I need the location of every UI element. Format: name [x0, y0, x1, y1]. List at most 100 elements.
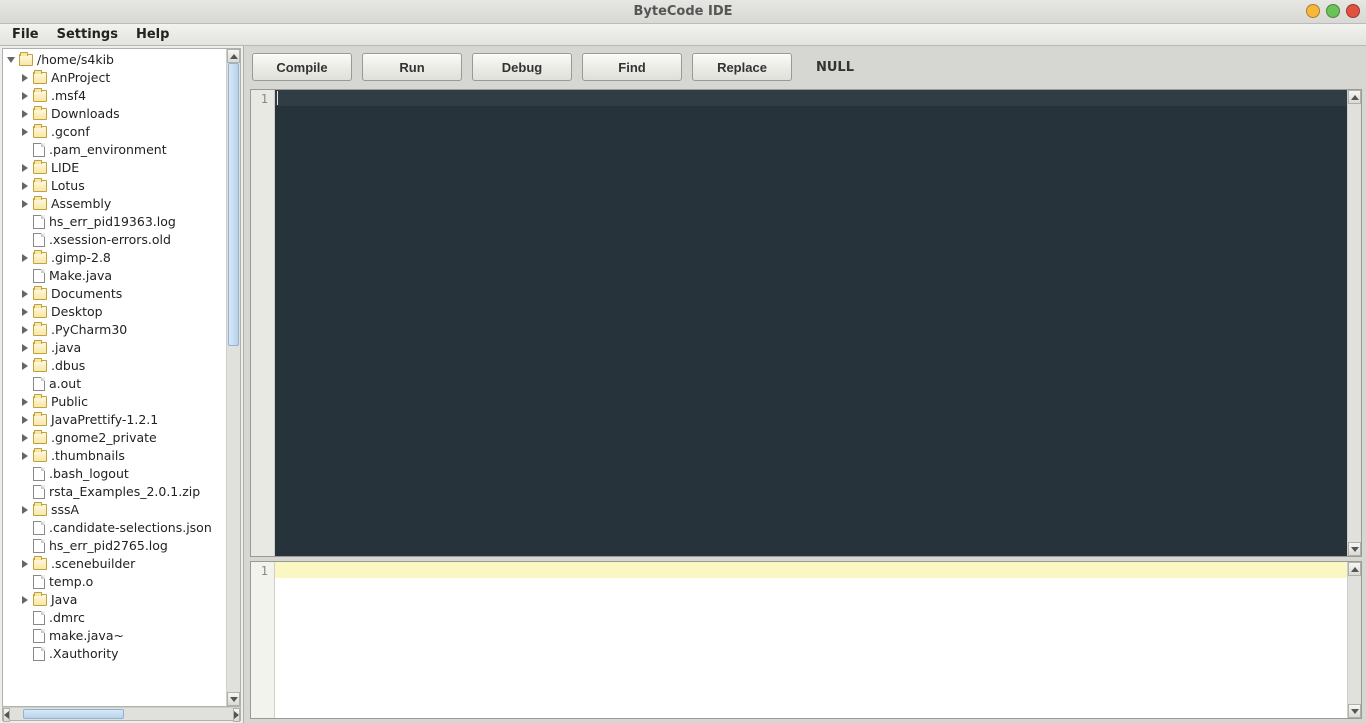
find-button[interactable]: Find [582, 53, 682, 81]
file-tree-vertical-scrollbar[interactable] [226, 49, 240, 706]
chevron-right-icon[interactable] [21, 163, 31, 173]
chevron-right-icon[interactable] [21, 325, 31, 335]
debug-button[interactable]: Debug [472, 53, 572, 81]
tree-item[interactable]: .thumbnails [19, 447, 226, 465]
tree-item[interactable]: Java [19, 591, 226, 609]
tree-item[interactable]: Downloads [19, 105, 226, 123]
tree-item-label: .Xauthority [47, 645, 119, 663]
scroll-track[interactable] [1348, 104, 1361, 542]
chevron-right-icon[interactable] [21, 109, 31, 119]
tree-item[interactable]: .bash_logout [19, 465, 226, 483]
chevron-right-icon[interactable] [21, 451, 31, 461]
tree-item[interactable]: Documents [19, 285, 226, 303]
tree-item-label: AnProject [49, 69, 110, 87]
scroll-right-button[interactable] [233, 708, 240, 722]
tree-item[interactable]: a.out [19, 375, 226, 393]
scroll-up-button[interactable] [1348, 90, 1361, 104]
chevron-right-icon[interactable] [21, 397, 31, 407]
chevron-right-icon[interactable] [21, 253, 31, 263]
scroll-thumb[interactable] [228, 63, 239, 346]
tree-item[interactable]: rsta_Examples_2.0.1.zip [19, 483, 226, 501]
tree-item[interactable]: LIDE [19, 159, 226, 177]
chevron-right-icon[interactable] [21, 127, 31, 137]
tree-item[interactable]: .dmrc [19, 609, 226, 627]
replace-button[interactable]: Replace [692, 53, 792, 81]
output-editor[interactable] [275, 562, 1347, 718]
compile-button[interactable]: Compile [252, 53, 352, 81]
tree-item-label: Desktop [49, 303, 103, 321]
menu-help[interactable]: Help [128, 25, 177, 44]
current-line-highlight [275, 90, 1347, 106]
chevron-right-icon[interactable] [21, 73, 31, 83]
chevron-right-icon[interactable] [21, 307, 31, 317]
tree-item[interactable]: sssA [19, 501, 226, 519]
tree-item[interactable]: Assembly [19, 195, 226, 213]
chevron-right-icon[interactable] [21, 505, 31, 515]
chevron-right-icon[interactable] [21, 181, 31, 191]
folder-icon [33, 504, 47, 516]
tree-item[interactable]: .gnome2_private [19, 429, 226, 447]
scroll-track[interactable] [10, 708, 233, 720]
chevron-right-icon[interactable] [21, 415, 31, 425]
chevron-right-icon[interactable] [21, 361, 31, 371]
tree-item[interactable]: hs_err_pid2765.log [19, 537, 226, 555]
scroll-track[interactable] [227, 63, 240, 692]
file-icon [33, 269, 45, 283]
scroll-down-button[interactable] [1348, 542, 1361, 556]
tree-item[interactable]: Lotus [19, 177, 226, 195]
chevron-right-icon[interactable] [21, 343, 31, 353]
menu-settings[interactable]: Settings [49, 25, 126, 44]
chevron-right-icon[interactable] [21, 433, 31, 443]
chevron-right-icon[interactable] [21, 289, 31, 299]
minimize-icon[interactable] [1306, 4, 1320, 18]
chevron-right-icon[interactable] [21, 91, 31, 101]
tree-item[interactable]: .gconf [19, 123, 226, 141]
chevron-down-icon[interactable] [7, 55, 17, 65]
output-vertical-scrollbar[interactable] [1347, 562, 1361, 718]
tree-item[interactable]: .pam_environment [19, 141, 226, 159]
chevron-right-icon[interactable] [21, 595, 31, 605]
folder-icon [33, 90, 47, 102]
chevron-right-icon[interactable] [21, 559, 31, 569]
editor-vertical-scrollbar[interactable] [1347, 90, 1361, 556]
tree-item[interactable]: .scenebuilder [19, 555, 226, 573]
close-icon[interactable] [1346, 4, 1360, 18]
folder-icon [33, 72, 47, 84]
tree-item[interactable]: .Xauthority [19, 645, 226, 663]
maximize-icon[interactable] [1326, 4, 1340, 18]
tree-item[interactable]: Public [19, 393, 226, 411]
scroll-track[interactable] [1348, 576, 1361, 704]
tree-item[interactable]: .java [19, 339, 226, 357]
tree-item[interactable]: .candidate-selections.json [19, 519, 226, 537]
tree-item[interactable]: Desktop [19, 303, 226, 321]
tree-item[interactable]: .gimp-2.8 [19, 249, 226, 267]
scroll-down-button[interactable] [1348, 704, 1361, 718]
menu-file[interactable]: File [4, 25, 47, 44]
tree-item[interactable]: .msf4 [19, 87, 226, 105]
tree-item[interactable]: make.java~ [19, 627, 226, 645]
file-icon [33, 647, 45, 661]
folder-icon [33, 198, 47, 210]
scroll-down-button[interactable] [227, 692, 240, 706]
chevron-right-icon[interactable] [21, 199, 31, 209]
code-editor[interactable] [275, 90, 1347, 556]
scroll-up-button[interactable] [227, 49, 240, 63]
tree-root-node[interactable]: /home/s4kib [5, 51, 226, 69]
scroll-left-button[interactable] [3, 708, 10, 722]
scroll-thumb[interactable] [23, 709, 123, 719]
tree-item[interactable]: temp.o [19, 573, 226, 591]
run-button[interactable]: Run [362, 53, 462, 81]
tree-item[interactable]: AnProject [19, 69, 226, 87]
tree-item[interactable]: .xsession-errors.old [19, 231, 226, 249]
expander-placeholder [21, 469, 31, 479]
tree-item[interactable]: .dbus [19, 357, 226, 375]
file-tree[interactable]: /home/s4kib AnProject.msf4Downloads.gcon… [3, 49, 226, 706]
tree-item[interactable]: hs_err_pid19363.log [19, 213, 226, 231]
tree-item[interactable]: Make.java [19, 267, 226, 285]
scroll-up-button[interactable] [1348, 562, 1361, 576]
tree-item[interactable]: JavaPrettify-1.2.1 [19, 411, 226, 429]
folder-icon [33, 108, 47, 120]
file-tree-horizontal-scrollbar[interactable] [2, 707, 241, 721]
tree-item[interactable]: .PyCharm30 [19, 321, 226, 339]
file-explorer-panel: /home/s4kib AnProject.msf4Downloads.gcon… [0, 46, 244, 723]
